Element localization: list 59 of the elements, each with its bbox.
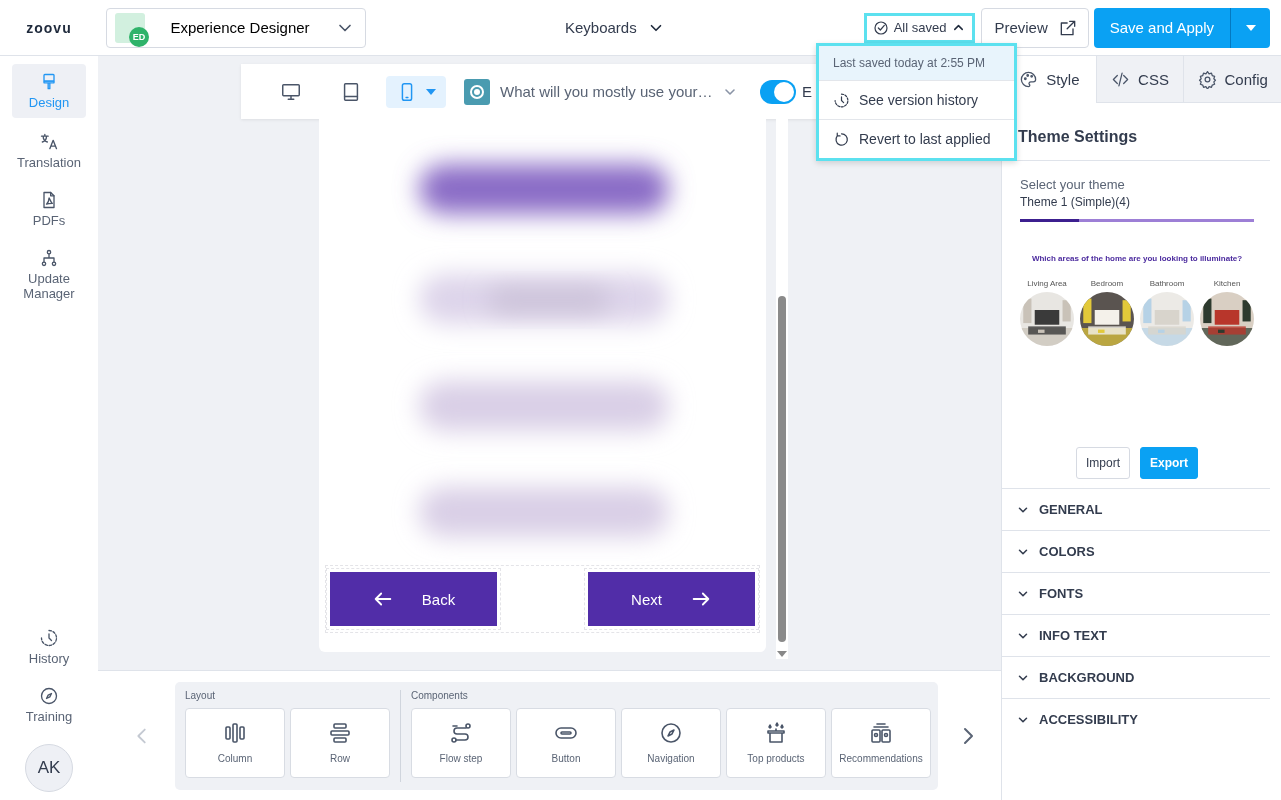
sidebar-item[interactable]: History bbox=[12, 622, 86, 672]
component-tile[interactable]: Top products bbox=[726, 707, 826, 778]
option-label: Bathroom bbox=[1149, 279, 1185, 288]
check-circle-icon bbox=[872, 19, 889, 36]
step-icon bbox=[464, 78, 490, 105]
flow-icon bbox=[449, 721, 473, 745]
panel-tab[interactable]: CSS bbox=[1095, 56, 1184, 103]
avatar[interactable]: AK bbox=[25, 744, 73, 792]
compass-icon bbox=[659, 721, 683, 745]
panel-title: Theme Settings bbox=[1017, 127, 1139, 147]
app-switcher[interactable]: ED Experience Designer bbox=[106, 7, 366, 48]
caret-icon bbox=[426, 88, 436, 95]
component-tile[interactable]: Button bbox=[516, 707, 616, 778]
theme-selector[interactable]: Theme 1 (Simple)(4) bbox=[1020, 195, 1254, 209]
rows-icon bbox=[328, 721, 352, 745]
group-title: Layout bbox=[185, 689, 217, 701]
component-tile[interactable]: Flow step bbox=[411, 707, 511, 778]
speakers-icon bbox=[869, 721, 893, 745]
menu-item[interactable]: Revert to last applied bbox=[819, 119, 1014, 158]
sidebar-item[interactable]: PDFs bbox=[12, 184, 86, 234]
toggle-switch[interactable] bbox=[760, 79, 796, 104]
box-stars-icon bbox=[764, 721, 788, 745]
compass-icon bbox=[39, 686, 59, 706]
hierarchy-icon bbox=[39, 248, 59, 268]
menu-header: Last saved today at 2:55 PM bbox=[819, 46, 1014, 80]
component-tile[interactable]: Row bbox=[290, 707, 390, 778]
palette-icon bbox=[1019, 69, 1039, 89]
translate-icon bbox=[39, 132, 59, 152]
history-icon bbox=[39, 628, 59, 648]
option-label: Living Area bbox=[1027, 279, 1067, 288]
history-icon bbox=[833, 91, 850, 109]
save-options-button[interactable] bbox=[1230, 7, 1270, 48]
device-button[interactable] bbox=[386, 75, 446, 108]
scroll-down-icon[interactable] bbox=[777, 651, 787, 657]
undo-icon bbox=[833, 130, 850, 148]
sidebar-item[interactable]: Training bbox=[12, 680, 86, 730]
preview-button[interactable]: Preview bbox=[981, 7, 1089, 48]
step-selector[interactable]: What will you mostly use your… bbox=[500, 83, 722, 100]
component-tile[interactable]: Recommendations bbox=[831, 707, 931, 778]
caret-icon bbox=[1245, 24, 1256, 31]
menu-item[interactable]: See version history bbox=[819, 80, 1014, 119]
sidebar-item[interactable]: Translation bbox=[12, 126, 86, 176]
component-tile[interactable]: Column bbox=[185, 707, 285, 778]
settings-icon bbox=[1197, 69, 1217, 89]
panel-tab[interactable]: Config bbox=[1183, 56, 1281, 103]
project-dropdown[interactable]: Keyboards bbox=[565, 18, 665, 37]
save-status-button[interactable]: All saved bbox=[863, 12, 976, 43]
preview-question: Which areas of the home are you looking to illuminate? bbox=[1031, 254, 1243, 263]
import-button[interactable]: Import bbox=[1076, 447, 1130, 479]
scrollbar[interactable] bbox=[776, 119, 788, 659]
option-label: Bedroom bbox=[1090, 279, 1124, 288]
theme-label: Select your theme bbox=[1020, 177, 1126, 192]
group-title: Components bbox=[411, 689, 469, 701]
option-label: Kitchen bbox=[1213, 279, 1241, 288]
logo: zoovu bbox=[25, 19, 73, 36]
toggle-label: E bbox=[802, 83, 812, 100]
sidebar-item[interactable]: Update Manager bbox=[12, 242, 86, 307]
component-tile[interactable]: Navigation bbox=[621, 707, 721, 778]
columns-icon bbox=[223, 721, 247, 745]
